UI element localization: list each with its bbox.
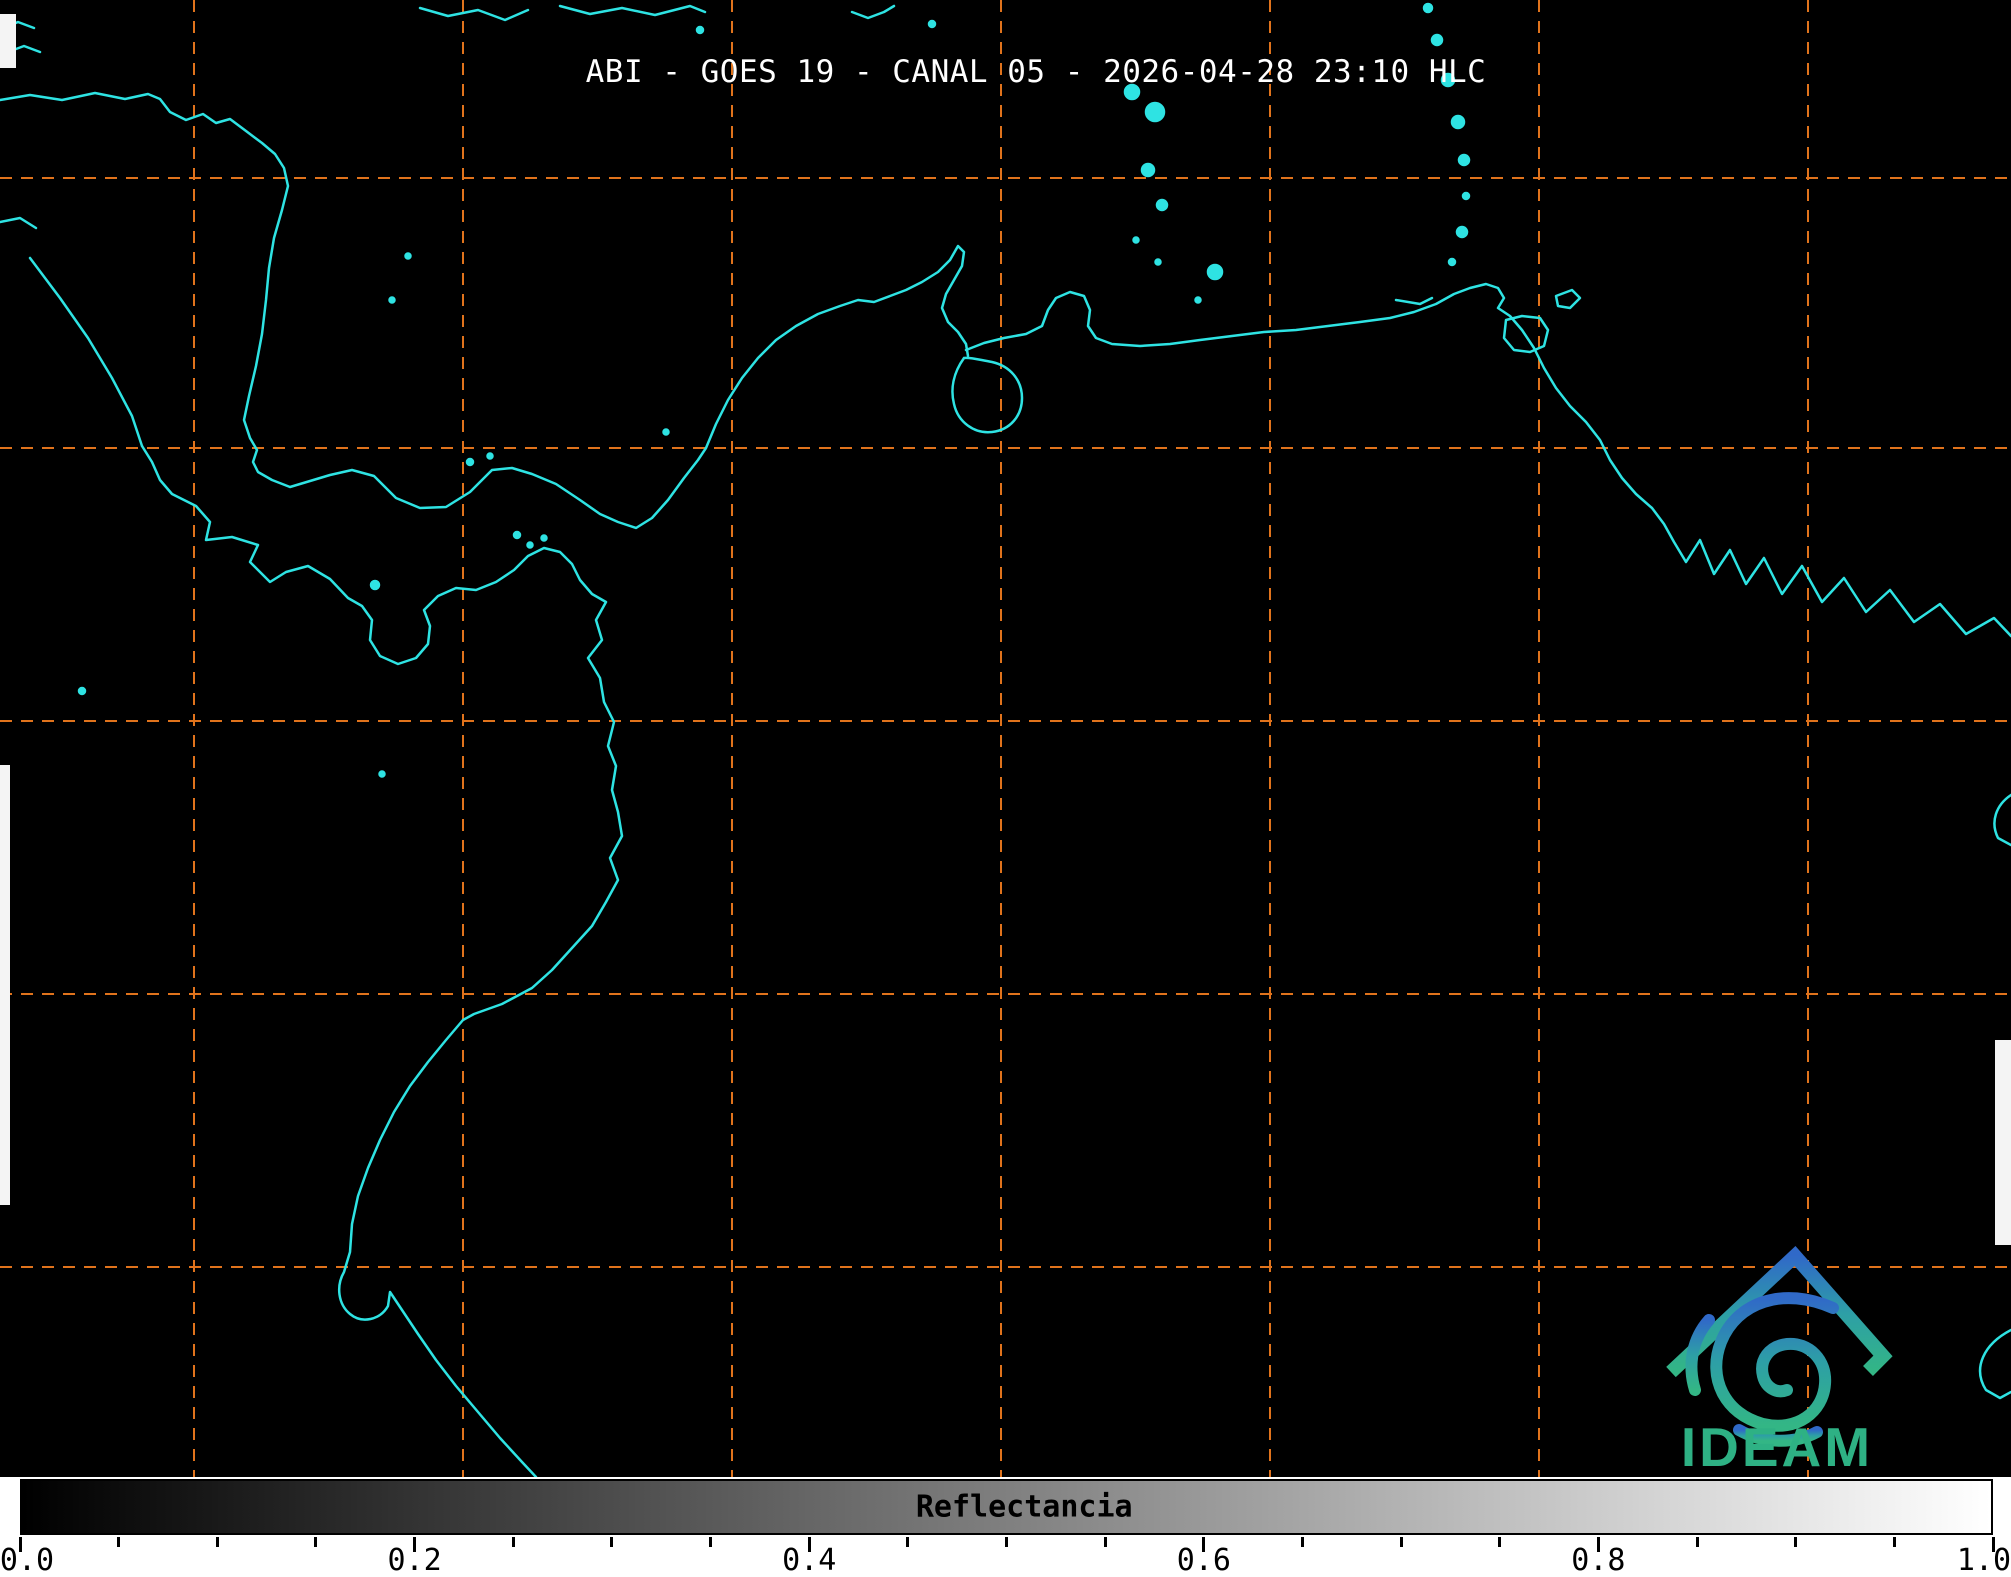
colorbar-tick-label: 0.4 [782,1543,836,1577]
colorbar-minor-tick [1498,1537,1501,1547]
coastline-lake-maracaibo [952,358,1022,432]
colorbar-minor-tick [906,1537,909,1547]
colorbar-tick-label: 1.0 [1957,1543,2011,1577]
coastline-pacific-south-america [142,446,622,1477]
coastline-tobago [1556,290,1580,308]
satellite-image-viewport: ABI - GOES 19 - CANAL 05 - 2026-04-28 23… [0,0,2011,1577]
scan-edge-artifacts [0,14,2011,1245]
lesser-antilles-arc [1125,4,1469,303]
coastline-hispaniola-fragment-west [420,8,528,20]
colorbar-minor-tick [1400,1537,1403,1547]
coastline-right-edge-hook [1994,795,2011,845]
coastline-bottom-right-fragment [1980,1330,2011,1398]
coastline-puerto-rico-fragment [852,6,894,18]
coastline-nicaragua-pacific [30,258,142,446]
colorbar-minor-tick [1104,1537,1107,1547]
colorbar-minor-tick [1301,1537,1304,1547]
colorbar-minor-tick [1893,1537,1896,1547]
coastline-hispaniola-fragment-east [560,6,705,15]
coastline-margarita [1396,298,1432,304]
ideam-logo: IDEAM [1655,1244,1910,1472]
colorbar-minor-tick [610,1537,613,1547]
colorbar-tick-label: 0.8 [1571,1543,1625,1577]
logo-roof-icon [1671,1256,1883,1372]
colorbar-minor-tick [1005,1537,1008,1547]
colorbar-gradient-track: Reflectancia [20,1479,1993,1535]
logo-wordmark: IDEAM [1681,1416,1873,1472]
colorbar-tick-label: 0.2 [388,1543,442,1577]
colorbar-minor-tick [314,1537,317,1547]
colorbar-minor-tick [117,1537,120,1547]
colorbar-minor-tick [1696,1537,1699,1547]
colorbar-minor-tick [709,1537,712,1547]
colorbar-tick-label: 0.0 [0,1543,54,1577]
colorbar-panel: Reflectancia 0.0 0.2 0.4 0.6 0.8 1.0 [0,1477,2011,1577]
coastline-venezuela-guianas [966,284,2011,636]
image-title: ABI - GOES 19 - CANAL 05 - 2026-04-28 23… [586,54,1487,90]
small-islands [79,21,935,777]
colorbar-label: Reflectancia [916,1490,1133,1525]
coastline-nicaragua-panama-caribbean [0,93,968,528]
coastline-fonseca-fragment [0,218,36,228]
colorbar-tick-label: 0.6 [1177,1543,1231,1577]
colorbar-minor-tick [512,1537,515,1547]
colorbar-minor-tick [216,1537,219,1547]
colorbar-minor-tick [1794,1537,1797,1547]
